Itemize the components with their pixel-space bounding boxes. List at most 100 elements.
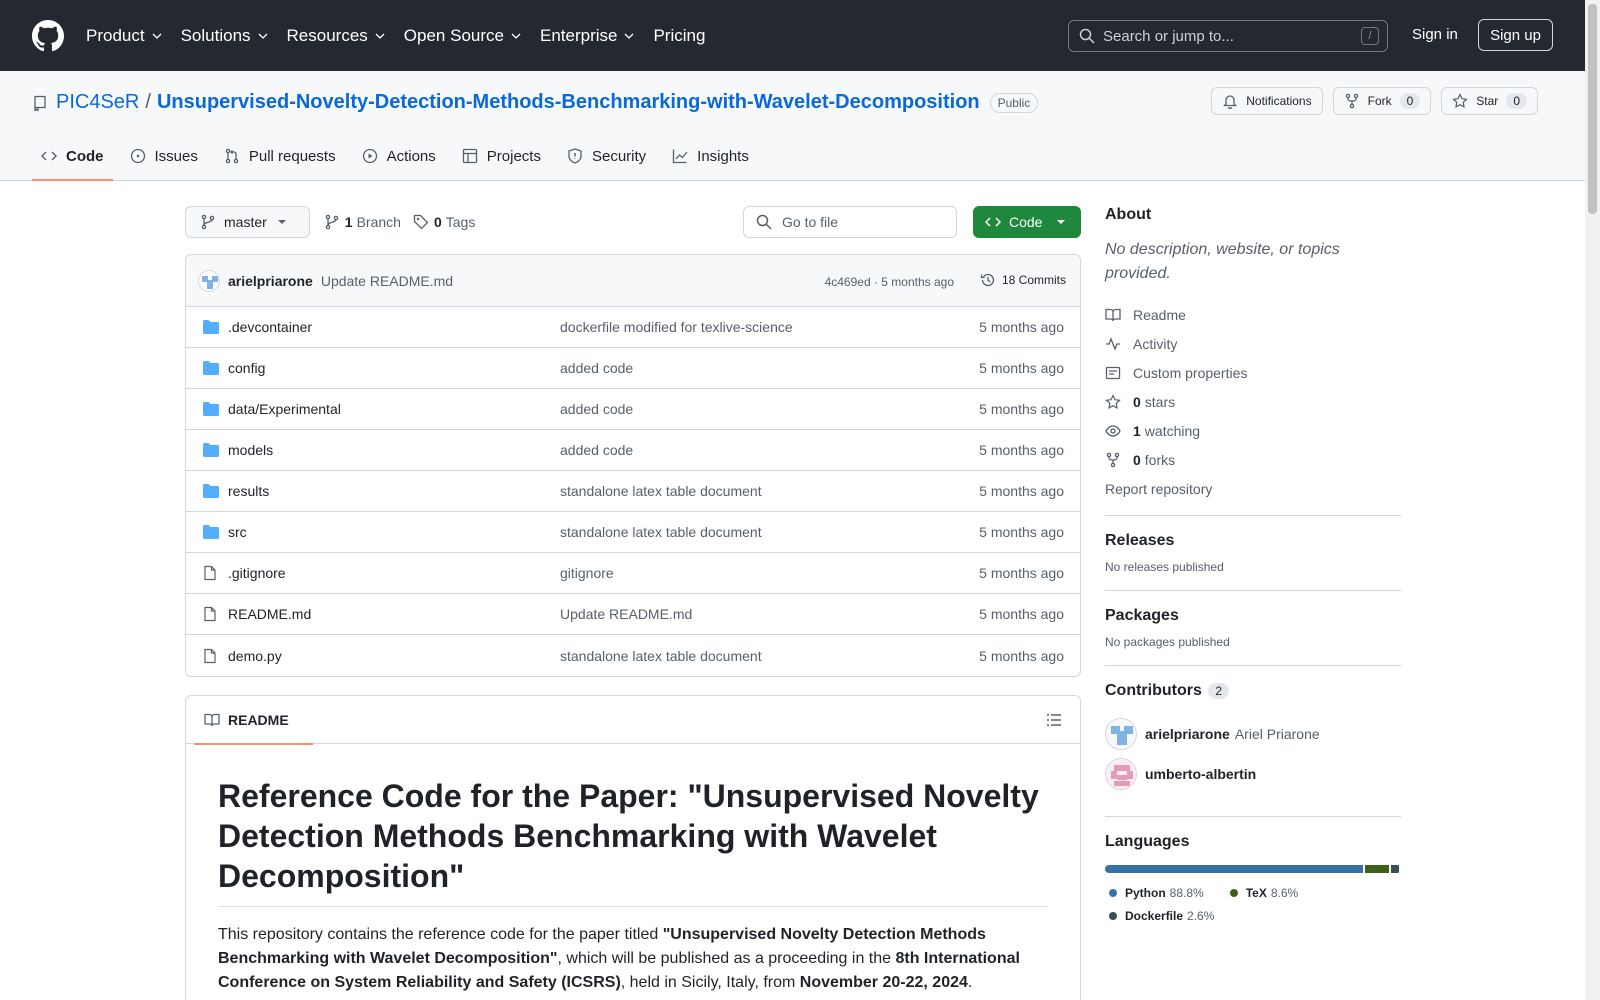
file-commit-message-link[interactable]: standalone latex table document: [560, 648, 762, 664]
github-logo-icon[interactable]: [32, 19, 64, 52]
file-name-link[interactable]: results: [228, 483, 560, 499]
folder-icon: [203, 443, 219, 457]
tab-pull-requests[interactable]: Pull requests: [215, 132, 345, 180]
fork-label: Fork: [1367, 94, 1392, 108]
file-row[interactable]: results standalone latex table document 5 …: [186, 471, 1080, 512]
sign-up-button[interactable]: Sign up: [1478, 19, 1553, 51]
about-link-forks[interactable]: 0 forks: [1105, 445, 1401, 474]
sign-in-link[interactable]: Sign in: [1412, 26, 1458, 43]
file-name-link[interactable]: .gitignore: [228, 565, 560, 581]
nav-pricing[interactable]: Pricing: [653, 26, 705, 46]
readme-text: This repository contains the reference c…: [218, 926, 663, 943]
tab-security[interactable]: Security: [558, 132, 655, 180]
repo-owner-link[interactable]: PIC4SeR: [56, 91, 139, 114]
tab-issues[interactable]: Issues: [121, 132, 207, 180]
nav-solutions[interactable]: Solutions: [181, 26, 269, 46]
file-row[interactable]: models added code 5 months ago: [186, 430, 1080, 471]
scrollbar-thumb[interactable]: [1588, 4, 1597, 214]
global-search-input[interactable]: Search or jump to... /: [1068, 20, 1388, 52]
about-link-readme[interactable]: Readme: [1105, 300, 1401, 329]
file-name-link[interactable]: README.md: [228, 606, 560, 622]
file-row[interactable]: .gitignore gitignore 5 months ago: [186, 553, 1080, 594]
nav-resources[interactable]: Resources: [287, 26, 386, 46]
contributors-heading[interactable]: Contributors 2: [1105, 682, 1401, 700]
contributors-section: Contributors 2 arielpriarone Ariel Priar…: [1105, 665, 1401, 794]
commit-message-link[interactable]: Update README.md: [321, 273, 453, 289]
tab-actions[interactable]: Actions: [353, 132, 445, 180]
file-row[interactable]: demo.py standalone latex table document 5 …: [186, 635, 1080, 676]
contributor-item[interactable]: umberto-albertin: [1105, 754, 1401, 794]
readme-header: README: [186, 696, 1080, 745]
about-link-stars[interactable]: 0 stars: [1105, 387, 1401, 416]
nav-enterprise[interactable]: Enterprise: [540, 26, 635, 46]
about-link-watching[interactable]: 1 watching: [1105, 416, 1401, 445]
file-name-link[interactable]: src: [228, 524, 560, 540]
avatar: [1105, 758, 1137, 790]
file-commit-message-link[interactable]: added code: [560, 442, 633, 458]
language-percent: 88.8%: [1169, 885, 1204, 900]
file-commit-date: 5 months ago: [979, 360, 1064, 376]
star-icon: [1105, 393, 1121, 409]
repo-name-link[interactable]: Unsupervised-Novelty-Detection-Methods-B…: [157, 91, 980, 114]
file-name-link[interactable]: data/Experimental: [228, 401, 560, 417]
file-commit-message-link[interactable]: standalone latex table document: [560, 524, 762, 540]
notifications-button[interactable]: Notifications: [1211, 87, 1323, 115]
language-item[interactable]: TeX 8.6%: [1229, 881, 1298, 904]
language-color-dot: [1109, 911, 1117, 920]
packages-note: No packages published: [1105, 635, 1230, 649]
nav-product[interactable]: Product: [86, 26, 163, 46]
report-repository-link[interactable]: Report repository: [1105, 474, 1401, 503]
tab-projects[interactable]: Projects: [453, 132, 550, 180]
file-row[interactable]: README.md Update README.md 5 months ago: [186, 594, 1080, 635]
file-commit-message-link[interactable]: gitignore: [560, 565, 614, 581]
branches-link[interactable]: 1 Branch: [324, 214, 401, 230]
language-item[interactable]: Dockerfile 2.6%: [1109, 904, 1214, 927]
nav-open-source[interactable]: Open Source: [404, 26, 522, 46]
file-commit-message-link[interactable]: standalone latex table document: [560, 483, 762, 499]
top-nav: Product Solutions Resources Open Source …: [86, 26, 723, 46]
file-row[interactable]: .devcontainer dockerfile modified for tex…: [186, 307, 1080, 348]
star-icon: [1452, 93, 1469, 109]
about-link-custom-properties[interactable]: Custom properties: [1105, 358, 1401, 387]
file-name-link[interactable]: demo.py: [228, 648, 560, 664]
contributor-login: umberto-albertin: [1145, 766, 1257, 782]
code-dropdown-button[interactable]: Code: [973, 206, 1081, 238]
file-commit-message-link[interactable]: added code: [560, 360, 633, 376]
file-name-link[interactable]: .devcontainer: [228, 319, 560, 335]
nav-solutions-label: Solutions: [180, 25, 251, 45]
star-button[interactable]: Star 0: [1441, 87, 1538, 115]
nav-open-source-label: Open Source: [403, 25, 504, 45]
file-name-link[interactable]: config: [228, 360, 560, 376]
fork-count: 0: [1399, 93, 1421, 109]
about-link-activity[interactable]: Activity: [1105, 329, 1401, 358]
file-row[interactable]: data/Experimental added code 5 months ago: [186, 389, 1080, 430]
commit-hash-time[interactable]: 4c469ed · 5 months ago: [825, 275, 954, 289]
commit-author-link[interactable]: arielpriarone: [228, 273, 313, 289]
packages-heading[interactable]: Packages: [1105, 607, 1401, 625]
about-link-label: watching: [1144, 422, 1201, 439]
fork-button[interactable]: Fork 0: [1332, 87, 1432, 115]
tags-link[interactable]: 0 Tags: [413, 214, 475, 230]
commits-history-link[interactable]: 18 Commits: [980, 272, 1066, 288]
file-name-link[interactable]: models: [228, 442, 560, 458]
branch-select-button[interactable]: master: [185, 206, 310, 238]
contributor-item[interactable]: arielpriarone Ariel Priarone: [1105, 714, 1401, 754]
list-unordered-icon[interactable]: [1046, 712, 1062, 728]
language-item[interactable]: Python 88.8%: [1109, 881, 1204, 904]
releases-heading[interactable]: Releases: [1105, 532, 1401, 550]
code-icon: [41, 151, 57, 161]
file-commit-message-link[interactable]: Update README.md: [560, 606, 692, 622]
tab-code[interactable]: Code: [32, 132, 113, 181]
file-row[interactable]: config added code 5 months ago: [186, 348, 1080, 389]
tab-insights[interactable]: Insights: [663, 132, 758, 180]
repo-tabs: Code Issues Pull requests Actions Projec…: [32, 132, 766, 181]
releases-note: No releases published: [1105, 560, 1224, 574]
go-to-file-input[interactable]: Go to file: [743, 206, 957, 238]
file-commit-message-link[interactable]: dockerfile modified for texlive-science: [560, 319, 793, 335]
readme-tab[interactable]: README: [194, 696, 313, 745]
releases-section: Releases No releases published: [1105, 515, 1401, 578]
file-commit-message-link[interactable]: added code: [560, 401, 633, 417]
file-row[interactable]: src standalone latex table document 5 mont…: [186, 512, 1080, 553]
avatar[interactable]: [198, 269, 220, 292]
page-scrollbar[interactable]: [1585, 0, 1600, 1000]
